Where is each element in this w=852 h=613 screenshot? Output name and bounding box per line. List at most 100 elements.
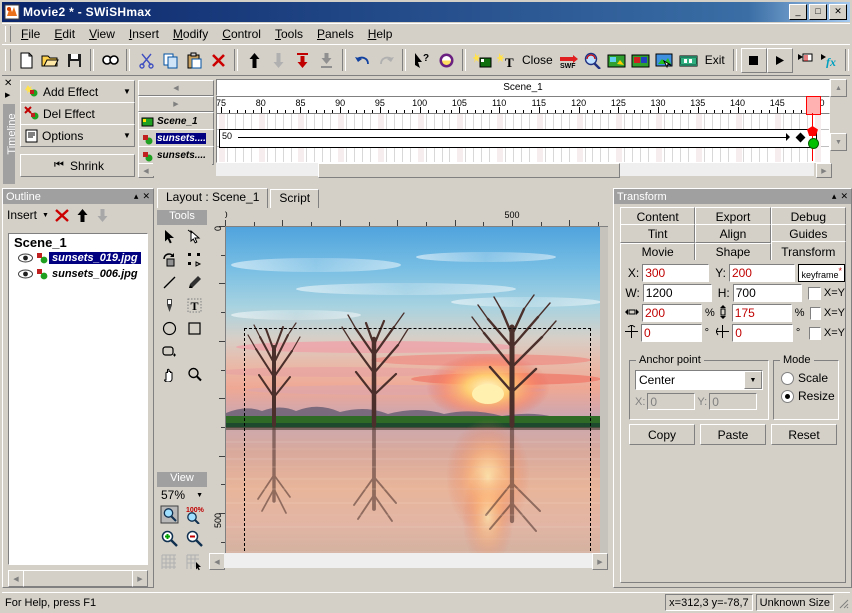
subselect-arrow-icon[interactable] bbox=[182, 225, 207, 248]
add-effect-button[interactable]: Add Effect ▼ bbox=[20, 80, 135, 103]
move-to-bottom-icon[interactable] bbox=[314, 49, 338, 72]
timeline-collapse-icon[interactable]: ▶ bbox=[5, 91, 10, 99]
size-lock-checkbox[interactable] bbox=[807, 286, 821, 300]
outline-scroll-left-button[interactable]: ◀ bbox=[8, 570, 24, 587]
timeline-scroll-right-button[interactable]: ▶ bbox=[138, 96, 214, 112]
outline-scroll-thumb[interactable] bbox=[23, 570, 135, 587]
tab-movie[interactable]: Movie bbox=[620, 243, 696, 261]
move-up-icon[interactable] bbox=[242, 49, 266, 72]
rounded-rect-icon[interactable] bbox=[157, 340, 182, 363]
redo-icon[interactable] bbox=[374, 49, 398, 72]
zoom-level-row[interactable]: 57% ▼ bbox=[157, 487, 207, 502]
timeline-tracks[interactable]: 50 bbox=[216, 113, 830, 163]
ellipse-icon[interactable] bbox=[157, 317, 182, 340]
menu-file[interactable]: FFileile bbox=[14, 25, 47, 43]
menu-help[interactable]: Help bbox=[361, 25, 400, 43]
reshape-icon[interactable] bbox=[157, 248, 182, 271]
zoom-icon[interactable] bbox=[182, 363, 207, 386]
outline-tree[interactable]: Scene_1 sunsets_019.jpg sunsets_006.jpg bbox=[8, 233, 148, 565]
delete-icon[interactable] bbox=[54, 208, 70, 223]
vertical-ruler[interactable]: 0 500 bbox=[209, 226, 225, 568]
y-field[interactable]: 200 bbox=[728, 264, 796, 282]
test-scene-icon[interactable] bbox=[605, 49, 629, 72]
timeline-hscroll-track[interactable] bbox=[216, 163, 814, 178]
tab-transform[interactable]: Transform bbox=[770, 241, 846, 261]
free-transform-icon[interactable] bbox=[182, 248, 207, 271]
outline-hscrollbar[interactable]: ◀ ▶ bbox=[8, 570, 148, 587]
outline-close-icon[interactable]: ✕ bbox=[142, 191, 150, 202]
menu-view[interactable]: View bbox=[82, 25, 122, 43]
mode-option-resize[interactable]: Resize bbox=[781, 389, 838, 403]
outline-item-sunsets-006[interactable]: sunsets_006.jpg bbox=[9, 266, 147, 282]
scale-x-field[interactable]: 200 bbox=[642, 304, 702, 322]
test-in-player-icon[interactable] bbox=[677, 49, 701, 72]
scale-y-field[interactable]: 175 bbox=[731, 304, 792, 322]
zoom-dropdown-icon[interactable]: ▼ bbox=[196, 492, 203, 499]
exit-label[interactable]: Exit bbox=[701, 53, 729, 67]
paste-icon[interactable] bbox=[182, 49, 206, 72]
menu-modify[interactable]: Modify bbox=[166, 25, 215, 43]
minimize-button[interactable]: _ bbox=[789, 4, 807, 20]
transform-collapse-icon[interactable]: ▴ bbox=[832, 191, 837, 202]
timeline-hscroll-thumb[interactable] bbox=[318, 163, 620, 178]
play-in-browser-icon[interactable] bbox=[653, 49, 677, 72]
insert-text-icon[interactable]: T bbox=[494, 49, 518, 72]
pen-icon[interactable] bbox=[157, 294, 182, 317]
tab-layout[interactable]: Layout : Scene_1 bbox=[157, 188, 269, 208]
resize-radio[interactable] bbox=[781, 389, 794, 403]
menu-grip[interactable] bbox=[5, 26, 11, 42]
paste-button[interactable]: Paste bbox=[700, 424, 766, 445]
move-up-icon[interactable] bbox=[75, 208, 90, 223]
keyframe-badge[interactable]: keyframe* bbox=[798, 264, 845, 282]
timeline-scroll-down-button[interactable]: ▼ bbox=[830, 133, 847, 151]
effect-bar[interactable]: 50 bbox=[219, 129, 817, 148]
menu-tools[interactable]: Tools bbox=[268, 25, 310, 43]
canvas-hscrollbar[interactable]: ◀ ▶ bbox=[209, 553, 608, 570]
outline-item-sunsets-019[interactable]: sunsets_019.jpg bbox=[9, 250, 147, 266]
timeline-vscroll-track[interactable] bbox=[830, 97, 845, 131]
skew-y-field[interactable]: 0 bbox=[732, 324, 793, 342]
context-help-icon[interactable]: ? bbox=[410, 49, 434, 72]
horizontal-ruler[interactable]: 0 500 bbox=[225, 210, 608, 226]
menu-panels[interactable]: Panels bbox=[310, 25, 361, 43]
delete-icon[interactable] bbox=[206, 49, 230, 72]
menu-insert[interactable]: Insert bbox=[122, 25, 166, 43]
timeline-scroll-up-button[interactable]: ▲ bbox=[830, 79, 847, 97]
options-dropdown-icon[interactable]: ▼ bbox=[120, 131, 134, 140]
canvas-scroll-track[interactable] bbox=[224, 553, 593, 568]
help-book-icon[interactable] bbox=[434, 49, 458, 72]
play-icon[interactable] bbox=[766, 47, 793, 73]
timeline-hscroll-right-button[interactable]: ▶ bbox=[816, 163, 832, 178]
copy-button[interactable]: Copy bbox=[629, 424, 695, 445]
move-to-top-icon[interactable] bbox=[290, 49, 314, 72]
close-label[interactable]: Close bbox=[518, 53, 557, 67]
playhead-play-icon[interactable] bbox=[808, 138, 819, 149]
save-icon[interactable] bbox=[62, 49, 86, 72]
effect-bar-keyframe-icon[interactable] bbox=[795, 132, 806, 143]
reset-button[interactable]: Reset bbox=[771, 424, 837, 445]
move-down-icon[interactable] bbox=[266, 49, 290, 72]
copy-icon[interactable] bbox=[158, 49, 182, 72]
canvas-scroll-left-button[interactable]: ◀ bbox=[209, 553, 225, 570]
hand-icon[interactable] bbox=[157, 363, 182, 386]
shrink-button[interactable]: ⏮ Shrink bbox=[20, 154, 135, 177]
tab-shape[interactable]: Shape bbox=[695, 243, 771, 261]
grid-icon[interactable] bbox=[157, 550, 182, 574]
add-effect-dropdown-icon[interactable]: ▼ bbox=[120, 87, 134, 96]
zoom-fit-icon[interactable] bbox=[157, 502, 182, 526]
skew-x-field[interactable]: 0 bbox=[641, 324, 702, 342]
chevron-down-icon[interactable]: ▼ bbox=[744, 371, 762, 389]
undo-icon[interactable] bbox=[350, 49, 374, 72]
timeline-scroll-left-button[interactable]: ◀ bbox=[138, 80, 214, 96]
mode-option-scale[interactable]: Scale bbox=[781, 371, 838, 385]
transform-close-icon[interactable]: ✕ bbox=[840, 191, 848, 202]
skew-lock-checkbox[interactable] bbox=[809, 326, 821, 340]
cut-icon[interactable] bbox=[134, 49, 158, 72]
menu-edit[interactable]: Edit bbox=[47, 25, 82, 43]
h-field[interactable]: 700 bbox=[732, 284, 802, 302]
scale-lock-checkbox[interactable] bbox=[809, 306, 821, 320]
resize-grip-icon[interactable] bbox=[836, 596, 850, 610]
timeline-close-icon[interactable]: ✕ bbox=[4, 78, 12, 89]
outline-collapse-icon[interactable]: ▴ bbox=[134, 191, 139, 202]
del-effect-button[interactable]: Del Effect bbox=[20, 102, 135, 125]
